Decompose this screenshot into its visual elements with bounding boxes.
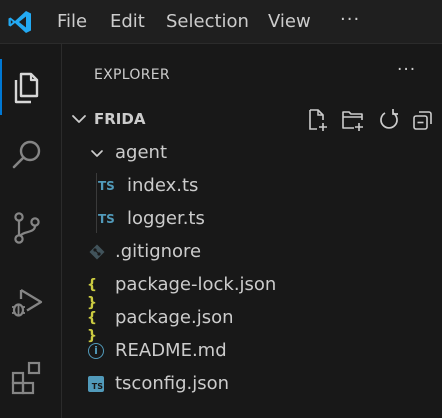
- new-folder-icon[interactable]: [341, 108, 365, 132]
- tree-item-label: package-lock.json: [115, 274, 277, 295]
- info-file-icon: i: [88, 343, 104, 359]
- activity-source-control[interactable]: [0, 199, 62, 255]
- tree-item-label: .gitignore: [115, 241, 202, 262]
- tree-item-label: README.md: [115, 340, 227, 361]
- git-file-icon: [89, 244, 105, 260]
- folder-header[interactable]: FRIDA: [63, 106, 442, 132]
- tree-item-gitignore[interactable]: .gitignore: [63, 237, 442, 267]
- refresh-icon[interactable]: [377, 108, 401, 132]
- extensions-icon: [11, 361, 41, 395]
- tree-item-readme-md[interactable]: i README.md: [63, 336, 442, 366]
- activity-extensions[interactable]: [0, 349, 62, 405]
- active-indicator: [0, 59, 2, 115]
- tree-item-label: index.ts: [127, 175, 199, 196]
- tree-item-label: logger.ts: [127, 208, 205, 229]
- tree-item-index-ts[interactable]: TS index.ts: [63, 171, 442, 201]
- tree-item-logger-ts[interactable]: TS logger.ts: [63, 204, 442, 234]
- menu-file[interactable]: File: [57, 0, 87, 44]
- explorer-icon: [14, 72, 39, 104]
- tsconfig-file-icon: TS: [88, 376, 104, 392]
- json-file-icon: { }: [87, 310, 97, 344]
- activity-bar: [0, 44, 62, 418]
- explorer-sidebar: EXPLORER ··· FRIDA agent TS index.ts TS …: [63, 44, 442, 418]
- tree-item-package-json[interactable]: { } package.json: [63, 303, 442, 344]
- new-file-icon[interactable]: [305, 108, 329, 132]
- tree-item-label: agent: [115, 142, 167, 163]
- tree-item-tsconfig-json[interactable]: TS tsconfig.json: [63, 369, 442, 399]
- chevron-down-icon: [91, 150, 103, 157]
- explorer-title: EXPLORER: [94, 67, 170, 83]
- typescript-file-icon: TS: [98, 179, 115, 193]
- source-control-icon: [14, 212, 40, 244]
- activity-run-debug[interactable]: [0, 274, 62, 330]
- json-file-icon: { }: [87, 277, 97, 311]
- tree-item-agent[interactable]: agent: [63, 138, 442, 168]
- vscode-window: File Edit Selection View ··· EXPLORER ··…: [0, 0, 442, 418]
- collapse-all-icon[interactable]: [411, 108, 435, 132]
- tree-item-label: package.json: [115, 307, 234, 328]
- activity-explorer[interactable]: [0, 59, 62, 115]
- menu-view[interactable]: View: [268, 0, 311, 44]
- tree-item-label: tsconfig.json: [115, 373, 230, 394]
- explorer-more-button[interactable]: ···: [397, 60, 416, 80]
- chevron-down-icon: [72, 115, 86, 123]
- tree-item-package-lock-json[interactable]: { } package-lock.json: [63, 270, 442, 311]
- menu-edit[interactable]: Edit: [110, 0, 145, 44]
- typescript-file-icon: TS: [98, 212, 115, 226]
- folder-name: FRIDA: [94, 110, 146, 128]
- menu-selection[interactable]: Selection: [166, 0, 249, 44]
- title-bar: File Edit Selection View ···: [0, 0, 442, 44]
- vscode-logo-icon[interactable]: [7, 9, 33, 35]
- search-icon: [12, 140, 41, 169]
- menu-more-button[interactable]: ···: [340, 0, 360, 44]
- activity-search[interactable]: [0, 126, 62, 182]
- run-debug-icon: [12, 289, 43, 317]
